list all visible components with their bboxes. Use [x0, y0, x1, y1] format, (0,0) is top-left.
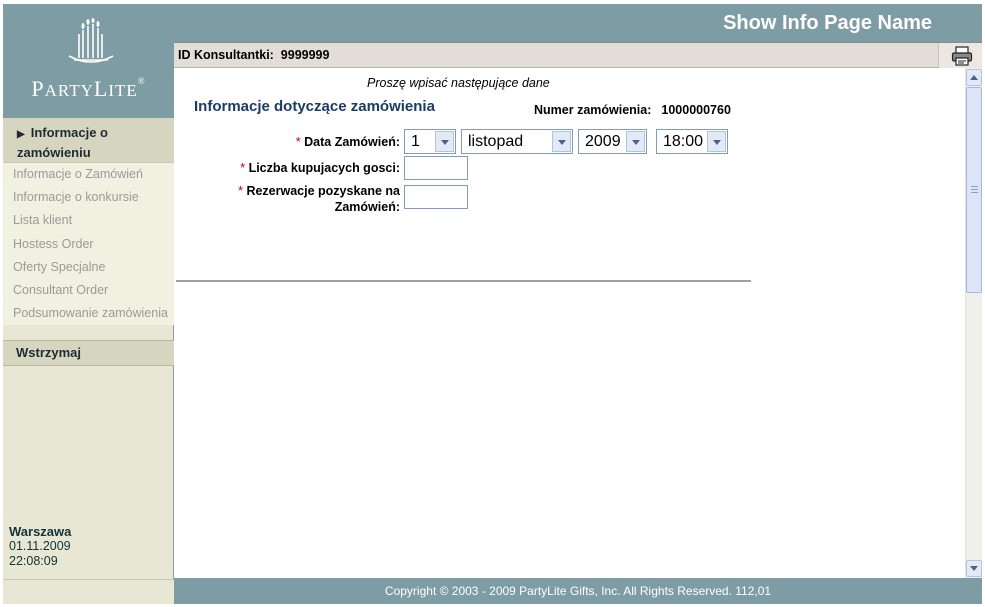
hold-button[interactable]: Wstrzymaj — [3, 340, 174, 366]
sidebar-item-consultant-order[interactable]: Consultant Order — [3, 278, 174, 303]
sidebar: PARTYLITE® ▶ Informacje o zamówieniu Info… — [3, 4, 174, 604]
scrollbar-thumb[interactable] — [966, 87, 982, 293]
partylite-logo: PARTYLITE® — [3, 4, 174, 118]
chevron-down-icon — [435, 131, 454, 152]
order-day-select[interactable]: 1 — [404, 129, 456, 154]
section-title: Informacje dotyczące zamówienia — [194, 98, 435, 115]
page-header: Show Info Page Name — [174, 4, 982, 42]
copyright-text: Copyright © 2003 - 2009 PartyLite Gifts,… — [384, 584, 772, 598]
location-city: Warszawa — [9, 524, 72, 539]
sidebar-item-client-list[interactable]: Lista klient — [3, 209, 174, 233]
order-number: Numer zamówienia: 1000000760 — [534, 103, 731, 117]
order-number-label: Numer zamówienia: — [534, 103, 652, 117]
candles-logo-icon — [68, 18, 114, 63]
order-year-select[interactable]: 2009 — [578, 129, 647, 154]
chevron-down-icon — [552, 131, 571, 152]
triangle-right-icon: ▶ — [17, 129, 25, 140]
reservations-input[interactable] — [404, 185, 468, 209]
consultant-id-bar: ID Konsultantki: 9999999 — [174, 42, 982, 68]
sidebar-item-contest-info[interactable]: Informacje o konkursie — [3, 186, 174, 210]
order-month-select[interactable]: listopad — [461, 129, 573, 154]
grip-icon — [971, 186, 978, 193]
form-prompt: Proszę wpisać następujące dane — [367, 76, 550, 90]
page-title: Show Info Page Name — [723, 12, 932, 34]
guests-label: * Liczba kupujacych gosci: — [240, 161, 400, 175]
scroll-up-icon[interactable] — [966, 69, 982, 86]
location-time: 22:08:09 — [9, 554, 58, 568]
order-date-label: * Data Zamówień: — [295, 135, 400, 149]
sidebar-item-special-offers[interactable]: Oferty Specjalne — [3, 255, 174, 279]
scroll-down-icon[interactable] — [966, 560, 982, 577]
sidebar-nav: Informacje o Zamówień Informacje o konku… — [3, 163, 174, 326]
sidebar-current-section[interactable]: ▶ Informacje o zamówieniu — [3, 118, 174, 163]
footer: Copyright © 2003 - 2009 PartyLite Gifts,… — [174, 578, 982, 604]
sidebar-item-order-info[interactable]: Informacje o Zamówień — [3, 163, 174, 187]
guests-input[interactable] — [404, 156, 468, 180]
reservations-label: * Rezerwacje pozyskane na Zamówień: — [238, 184, 400, 214]
location-info: Warszawa 01.11.2009 22:08:09 — [9, 524, 71, 569]
sidebar-current-label: Informacje o zamówieniu — [17, 125, 108, 160]
sidebar-footer — [3, 579, 174, 604]
sidebar-item-hostess-order[interactable]: Hostess Order — [3, 232, 174, 256]
location-date: 01.11.2009 — [9, 539, 71, 553]
brand-name: PARTYLITE® — [31, 76, 146, 101]
consultant-id: ID Konsultantki: 9999999 — [178, 48, 330, 62]
order-number-value: 1000000760 — [661, 103, 731, 117]
main-content: Proszę wpisać następujące dane Informacj… — [174, 68, 965, 578]
order-time-select[interactable]: 18:00 — [656, 129, 728, 154]
chevron-down-icon — [707, 131, 726, 152]
print-button[interactable] — [938, 43, 982, 68]
sidebar-item-order-summary[interactable]: Podsumowanie zamówienia — [3, 302, 174, 326]
divider — [176, 280, 751, 282]
chevron-down-icon — [626, 131, 645, 152]
vertical-scrollbar[interactable] — [965, 68, 982, 578]
printer-icon — [951, 46, 973, 66]
